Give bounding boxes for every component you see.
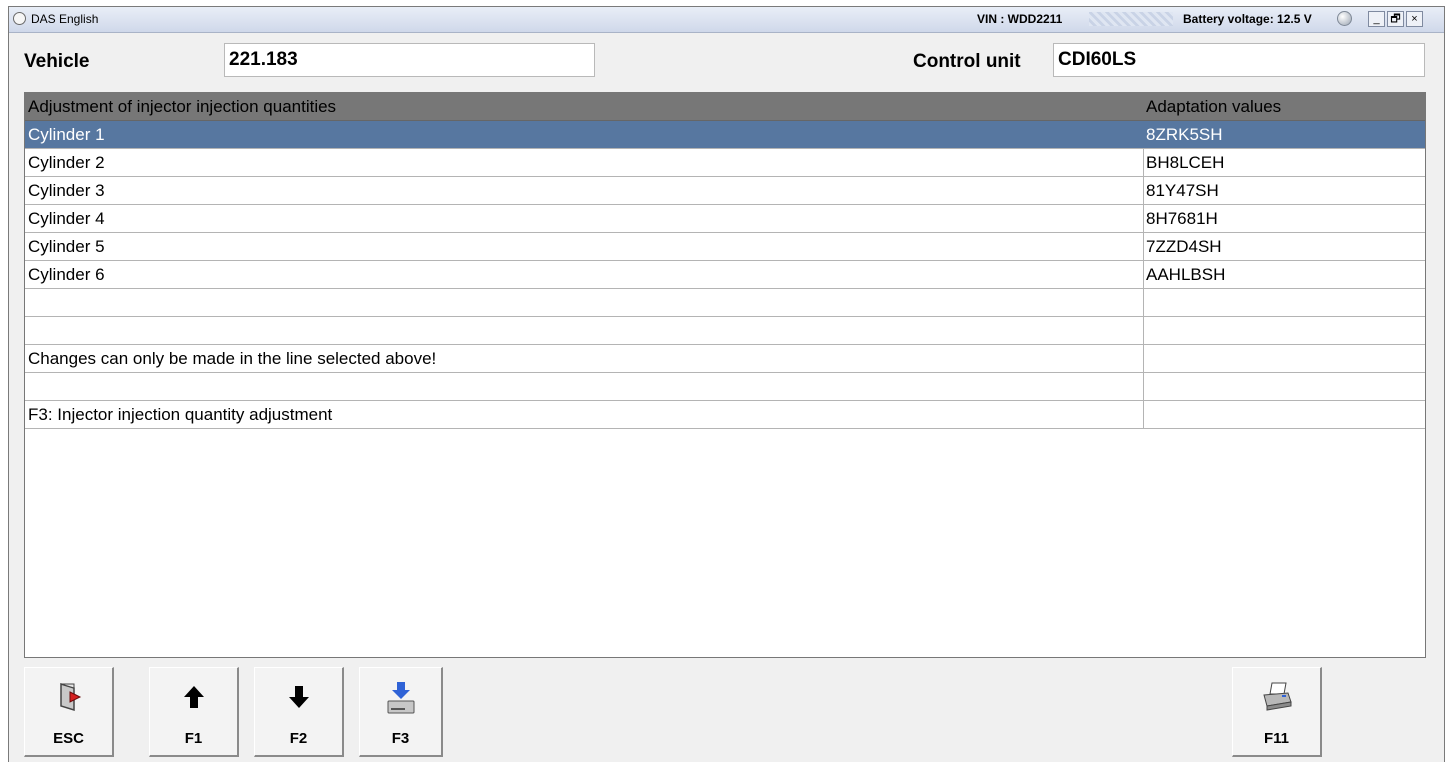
table-row[interactable]: Cylinder 2 BH8LCEH [25, 149, 1425, 177]
row-label: Cylinder 6 [28, 265, 105, 284]
f2-button[interactable]: F2 [254, 667, 344, 757]
esc-key-label: ESC [53, 730, 84, 747]
table-row[interactable]: Cylinder 4 8H7681H [25, 205, 1425, 233]
minimize-button[interactable]: _ [1368, 11, 1385, 27]
row-value: BH8LCEH [1146, 153, 1225, 172]
info-text: Changes can only be made in the line sel… [28, 349, 437, 368]
row-value: 7ZZD4SH [1146, 237, 1222, 256]
column-header-adjustment: Adjustment of injector injection quantit… [28, 97, 337, 116]
exit-door-icon [25, 680, 112, 714]
row-value: AAHLBSH [1146, 265, 1226, 284]
f1-button[interactable]: F1 [149, 667, 239, 757]
table-row [25, 317, 1425, 345]
vehicle-label: Vehicle [24, 51, 90, 72]
row-value: 81Y47SH [1146, 181, 1219, 200]
vin-label: VIN : WDD2211 [977, 12, 1063, 26]
application-window: DAS English VIN : WDD2211 Battery voltag… [8, 6, 1445, 762]
row-value: 8ZRK5SH [1146, 125, 1223, 144]
close-button[interactable]: × [1406, 11, 1423, 27]
instruction-text: F3: Injector injection quantity adjustme… [28, 405, 333, 424]
write-to-device-icon [360, 680, 441, 714]
f11-key-label: F11 [1263, 730, 1290, 747]
row-label: Cylinder 5 [28, 237, 105, 256]
table-row: F3: Injector injection quantity adjustme… [25, 401, 1425, 429]
vehicle-field: 221.183 [224, 43, 595, 77]
control-unit-field: CDI60LS [1053, 43, 1425, 77]
row-label: Cylinder 3 [28, 181, 105, 200]
table-row[interactable]: Cylinder 5 7ZZD4SH [25, 233, 1425, 261]
column-header-adaptation-values: Adaptation values [1146, 97, 1282, 116]
table-row[interactable]: Cylinder 1 8ZRK5SH [25, 121, 1425, 149]
f1-key-label: F1 [184, 730, 203, 747]
row-label: Cylinder 4 [28, 209, 105, 228]
f2-key-label: F2 [289, 730, 308, 747]
battery-status-icon [1337, 11, 1352, 26]
printer-icon [1233, 680, 1320, 714]
esc-button[interactable]: ESC [24, 667, 114, 757]
battery-voltage-label: Battery voltage: 12.5 V [1183, 12, 1312, 26]
table-row[interactable]: Cylinder 3 81Y47SH [25, 177, 1425, 205]
arrow-down-icon [255, 680, 342, 714]
row-value: 8H7681H [1146, 209, 1218, 228]
f11-button[interactable]: F11 [1232, 667, 1322, 757]
control-unit-label: Control unit [913, 51, 1021, 72]
app-title: DAS English [31, 12, 99, 26]
table-header: Adjustment of injector injection quantit… [25, 93, 1425, 121]
restore-button[interactable]: 🗗 [1387, 11, 1404, 27]
table-row [25, 373, 1425, 401]
adaptation-table: Adjustment of injector injection quantit… [24, 92, 1426, 658]
title-bar: DAS English VIN : WDD2211 Battery voltag… [9, 7, 1444, 33]
table-row [25, 289, 1425, 317]
vin-mask [1089, 12, 1173, 26]
row-label: Cylinder 2 [28, 153, 105, 172]
f3-button[interactable]: F3 [359, 667, 443, 757]
row-label: Cylinder 1 [28, 125, 105, 144]
mercedes-star-icon [13, 12, 26, 25]
f3-key-label: F3 [391, 730, 410, 747]
table-row: Changes can only be made in the line sel… [25, 345, 1425, 373]
arrow-up-icon [150, 680, 237, 714]
table-row[interactable]: Cylinder 6 AAHLBSH [25, 261, 1425, 289]
